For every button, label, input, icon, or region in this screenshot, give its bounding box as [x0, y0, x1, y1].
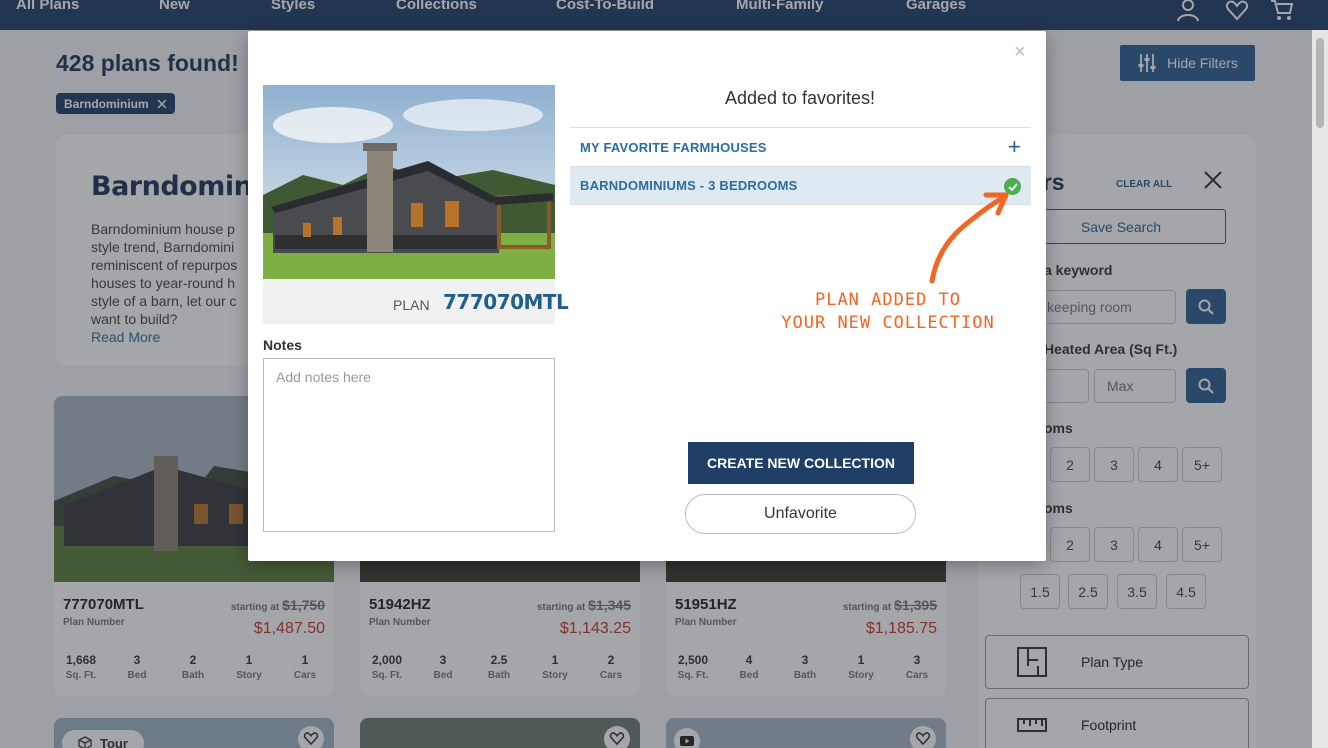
notes-label: Notes — [263, 337, 302, 353]
annotation-line: YOUR NEW COLLECTION — [781, 313, 995, 333]
annotation-arrow-icon — [929, 192, 1009, 284]
plan-photo — [263, 85, 555, 279]
annotation-text: PLAN ADDED TO YOUR NEW COLLECTION — [758, 289, 1018, 335]
unfavorite-button[interactable]: Unfavorite — [685, 494, 916, 534]
create-new-collection-button[interactable]: CREATE NEW COLLECTION — [688, 442, 914, 484]
add-to-collection-icon[interactable]: + — [1008, 136, 1021, 158]
close-modal-button[interactable]: × — [1014, 41, 1026, 64]
collection-name: BARNDOMINIUMS - 3 BEDROOMS — [580, 178, 798, 193]
added-to-favorites-title: Added to favorites! — [724, 88, 876, 108]
scrollbar-thumb[interactable] — [1316, 38, 1324, 128]
plan-number: 777070MTL — [443, 290, 569, 314]
plan-number-bar: PLAN 777070MTL — [263, 279, 569, 324]
notes-textarea[interactable] — [263, 358, 555, 532]
page-scrollbar[interactable] — [1312, 30, 1328, 748]
collection-item-my-favorite-farmhouses[interactable]: MY FAVORITE FARMHOUSES + — [570, 127, 1031, 166]
annotation-line: PLAN ADDED TO — [814, 290, 962, 310]
collection-name: MY FAVORITE FARMHOUSES — [580, 139, 767, 155]
plan-label: PLAN — [393, 297, 430, 313]
favorites-modal: × PLAN 777070MTL Notes Added to favorite… — [248, 31, 1046, 561]
